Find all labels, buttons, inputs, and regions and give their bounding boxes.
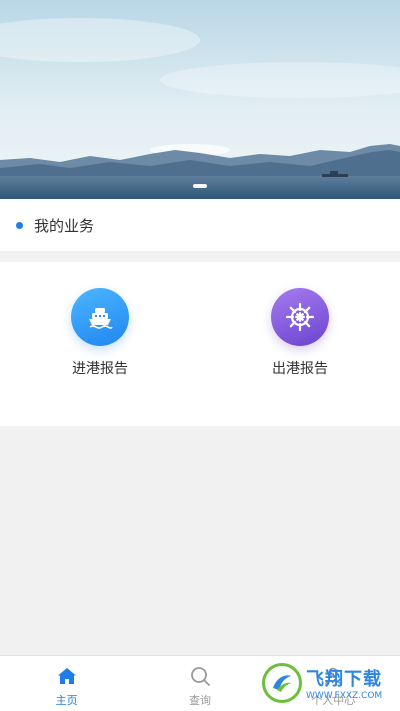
- outbound-report-label: 出港报告: [272, 361, 328, 377]
- my-business-header: 我的业务: [0, 199, 400, 251]
- home-icon: [56, 665, 78, 687]
- carousel-dot-active[interactable]: [193, 184, 207, 188]
- watermark-title: 飞翔下载: [306, 669, 382, 690]
- tab-home[interactable]: 主页: [0, 656, 133, 711]
- inbound-report-label: 进港报告: [72, 361, 128, 377]
- watermark-logo-icon: [262, 663, 302, 703]
- banner-image: [0, 0, 400, 199]
- tab-home-label: 主页: [55, 694, 78, 707]
- ship-wheel-icon: [271, 288, 329, 346]
- outbound-report-button[interactable]: 出港报告: [200, 262, 400, 426]
- watermark-url: WWW.FXXZ.COM: [306, 691, 383, 701]
- watermark-text: 飞翔下载 WWW.FXXZ.COM: [306, 665, 382, 701]
- bullet-icon: [16, 221, 23, 229]
- ship-icon: [71, 288, 129, 346]
- tab-search[interactable]: 查询: [133, 656, 266, 711]
- banner-carousel[interactable]: [0, 0, 400, 199]
- search-icon: [189, 665, 211, 687]
- tab-search-label: 查询: [188, 694, 211, 707]
- section-title: 我的业务: [34, 216, 95, 235]
- inbound-report-button[interactable]: 进港报告: [0, 262, 200, 426]
- service-grid: 进港报告 出港报告: [0, 262, 400, 426]
- watermark: 飞翔下载 WWW.FXXZ.COM: [262, 660, 394, 706]
- carousel-indicator[interactable]: [0, 184, 400, 188]
